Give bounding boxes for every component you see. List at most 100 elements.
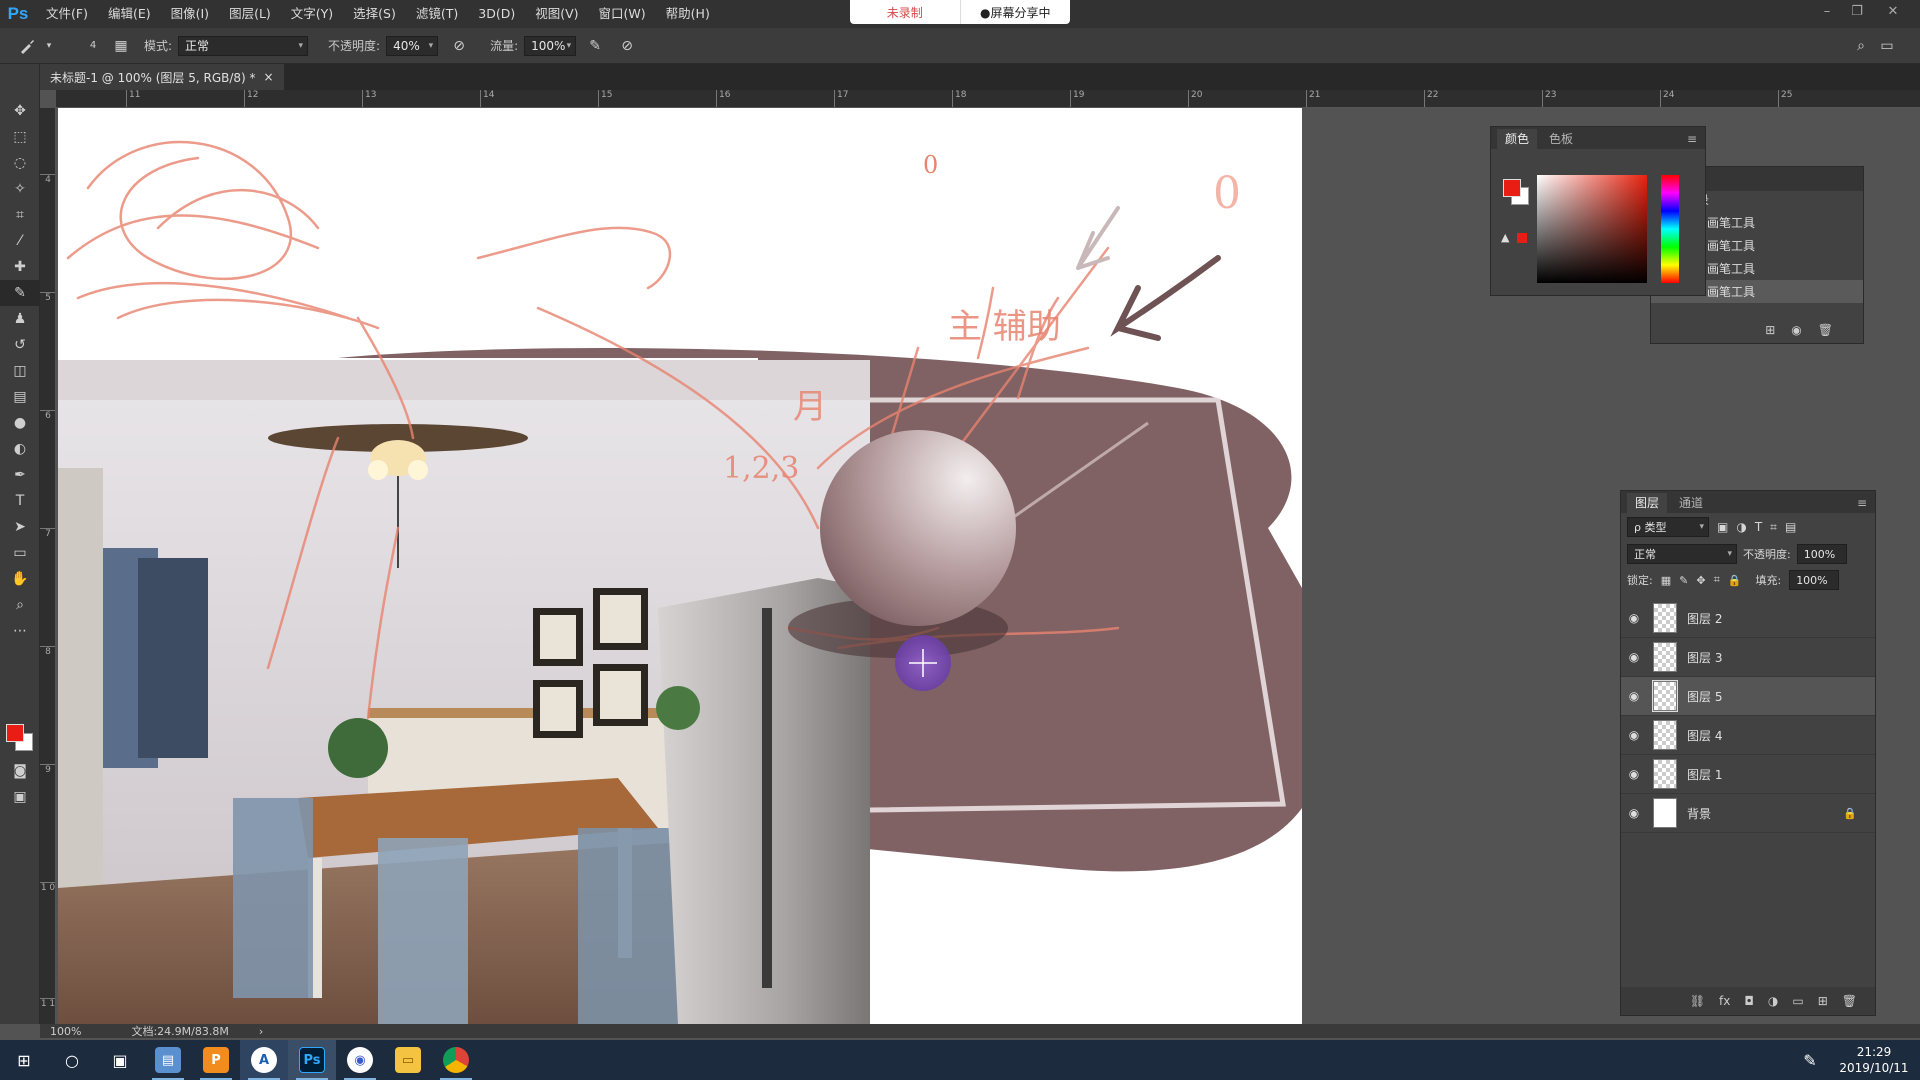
app-icon[interactable]: A [240,1040,288,1080]
pen-icon[interactable]: ✎ [1786,1040,1834,1080]
new-layer-icon[interactable]: ⊞ [1818,994,1828,1008]
layer-row[interactable]: ◉ 图层 2 [1621,599,1875,638]
chevron-right-icon[interactable]: › [259,1025,263,1038]
layer-style-icon[interactable]: fx [1719,994,1730,1008]
menu-file[interactable]: 文件(F) [36,0,98,28]
flow-field[interactable]: 100% ▾ [524,35,577,56]
gamut-warning-icon[interactable]: ▲ [1501,231,1509,244]
dodge-tool-icon[interactable]: ◐ [0,436,40,462]
brush-size-picker[interactable]: 4 [78,33,108,59]
chrome-icon[interactable] [432,1040,480,1080]
layer-filter-select[interactable]: ρ 类型 ▾ [1627,517,1709,537]
document-canvas[interactable]: 主 辅助 0 0 1,2,3 月 [58,108,1302,1024]
eyedropper-tool-icon[interactable]: ⁄ [0,228,40,254]
brush-settings-icon[interactable]: ▦ [108,33,134,59]
menu-image[interactable]: 图像(I) [161,0,219,28]
brush-tool-icon[interactable]: ✎ [0,280,40,306]
hue-slider[interactable] [1661,175,1679,283]
new-document-from-state-icon[interactable]: ⊞ [1765,323,1775,337]
adjustment-layer-icon[interactable]: ◑ [1768,994,1778,1008]
restore-icon[interactable]: ❐ [1844,0,1870,22]
eye-icon[interactable]: ◉ [1621,767,1647,781]
adjustment-filter-icon[interactable]: ◑ [1736,520,1746,534]
menu-edit[interactable]: 编辑(E) [98,0,161,28]
eye-icon[interactable]: ◉ [1621,806,1647,820]
panel-menu-icon[interactable]: ≡ [1849,493,1875,513]
menu-filter[interactable]: 滤镜(T) [406,0,468,28]
pressure-size-icon[interactable]: ⊘ [614,33,640,59]
app-icon[interactable]: P [192,1040,240,1080]
magic-wand-tool-icon[interactable]: ✧ [0,176,40,202]
type-filter-icon[interactable]: T [1755,520,1762,534]
blend-mode-select[interactable]: 正常 ▾ [1627,544,1737,564]
path-selection-tool-icon[interactable]: ➤ [0,514,40,540]
layer-opacity-field[interactable]: 100% [1796,544,1847,564]
move-tool-icon[interactable]: ✥ [0,98,40,124]
fill-field[interactable]: 100% [1789,570,1840,590]
menu-layer[interactable]: 图层(L) [219,0,281,28]
layer-row[interactable]: ◉ 图层 3 [1621,638,1875,677]
mode-select[interactable]: 正常 ▾ [178,35,309,56]
close-tab-icon[interactable]: × [264,70,274,84]
lock-all-icon[interactable]: 🔒 [1728,574,1742,587]
opacity-field[interactable]: 40% ▾ [386,35,439,56]
lock-artboard-icon[interactable]: ⌗ [1714,573,1720,587]
close-window-icon[interactable]: ✕ [1880,0,1906,22]
document-tab[interactable]: 未标题-1 @ 100% (图层 5, RGB/8) * × [40,64,284,90]
airbrush-icon[interactable]: ✎ [582,33,608,59]
rectangle-tool-icon[interactable]: ▭ [0,540,40,566]
clock[interactable]: 21:29 2019/10/11 [1834,1044,1914,1076]
color-field[interactable] [1537,175,1647,283]
tab-layers[interactable]: 图层 [1627,493,1668,513]
minimize-icon[interactable]: – [1814,0,1840,22]
more-tools-icon[interactable]: ⋯ [0,618,40,644]
pen-tool-icon[interactable]: ✒ [0,462,40,488]
menu-type[interactable]: 文字(Y) [281,0,343,28]
shape-filter-icon[interactable]: ⌗ [1770,520,1777,535]
hand-tool-icon[interactable]: ✋ [0,566,40,592]
search-icon[interactable]: ○ [48,1040,96,1080]
screen-mode-icon[interactable]: ▣ [0,784,40,810]
menu-window[interactable]: 窗口(W) [589,0,656,28]
record-status[interactable]: 未录制 [850,0,961,24]
type-tool-icon[interactable]: T [0,488,40,514]
search-icon[interactable]: ⌕ [1848,33,1874,59]
eraser-tool-icon[interactable]: ◫ [0,358,40,384]
trash-icon[interactable]: 🗑 [1818,323,1833,337]
blur-tool-icon[interactable]: ● [0,410,40,436]
pressure-opacity-icon[interactable]: ⊘ [446,33,472,59]
quick-mask-icon[interactable]: ◙ [0,758,40,784]
tab-swatches[interactable]: 色板 [1541,129,1581,149]
add-mask-icon[interactable]: ◘ [1744,994,1754,1008]
zoom-level[interactable]: 100% [50,1025,81,1038]
layer-row[interactable]: ◉ 背景 🔒 [1621,794,1875,833]
foreground-color-swatch[interactable] [1503,179,1521,197]
crop-tool-icon[interactable]: ⌗ [0,202,40,228]
task-view-icon[interactable]: ▣ [96,1040,144,1080]
chevron-down-icon[interactable]: ▾ [40,33,58,59]
workspace-icon[interactable]: ▭ [1874,33,1900,59]
eye-icon[interactable]: ◉ [1621,689,1647,703]
healing-brush-tool-icon[interactable]: ✚ [0,254,40,280]
smart-object-filter-icon[interactable]: ▤ [1785,520,1796,534]
menu-help[interactable]: 帮助(H) [656,0,720,28]
stamp-tool-icon[interactable]: ♟ [0,306,40,332]
share-status[interactable]: ●屏幕分享中 [961,0,1071,24]
gradient-tool-icon[interactable]: ▤ [0,384,40,410]
layer-row[interactable]: ◉ 图层 1 [1621,755,1875,794]
lock-transparency-icon[interactable]: ▦ [1661,574,1671,587]
eye-icon[interactable]: ◉ [1621,728,1647,742]
lock-pixels-icon[interactable]: ✎ [1679,574,1688,587]
tab-color[interactable]: 颜色 [1497,129,1538,149]
lock-icon[interactable]: 🔒 [1843,807,1857,820]
eye-icon[interactable]: ◉ [1621,650,1647,664]
lasso-tool-icon[interactable]: ◌ [0,150,40,176]
app-icon[interactable]: ◉ [336,1040,384,1080]
menu-view[interactable]: 视图(V) [525,0,588,28]
snapshot-icon[interactable]: ◉ [1791,323,1801,337]
gamut-color-swatch[interactable] [1517,233,1527,243]
trash-icon[interactable]: 🗑 [1842,994,1857,1008]
tab-channels[interactable]: 通道 [1671,493,1711,513]
history-brush-tool-icon[interactable]: ↺ [0,332,40,358]
foreground-color-swatch[interactable] [6,724,24,742]
